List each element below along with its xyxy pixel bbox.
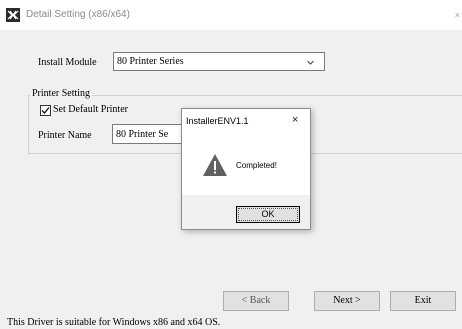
exit-button[interactable]: Exit [390, 291, 456, 311]
dialog-body: Completed! [182, 133, 310, 195]
window-titlebar[interactable]: Detail Setting (x86/x64) × [0, 0, 462, 30]
install-module-value: 80 Printer Series [117, 56, 184, 67]
chevron-down-icon [307, 60, 314, 65]
window-title: Detail Setting (x86/x64) [26, 9, 130, 20]
warning-icon [203, 154, 227, 176]
printer-setting-legend: Printer Setting [30, 87, 93, 101]
dialog-message: Completed! [236, 161, 277, 170]
detail-setting-window: Detail Setting (x86/x64) × Install Modul… [0, 0, 462, 329]
install-module-select[interactable]: 80 Printer Series [113, 52, 325, 71]
window-close-button[interactable]: × [455, 8, 460, 22]
ok-button[interactable]: OK [236, 206, 300, 223]
checkmark-icon [41, 107, 50, 114]
install-module-label: Install Module [38, 57, 97, 68]
set-default-printer-label[interactable]: Set Default Printer [53, 103, 128, 117]
completed-dialog: InstallerENV1.1 × Completed! OK [181, 108, 311, 230]
status-text: This Driver is suitable for Windows x86 … [7, 317, 221, 328]
printer-name-input[interactable]: 80 Printer Se [112, 124, 192, 144]
printer-name-value: 80 Printer Se [116, 129, 169, 140]
dialog-title: InstallerENV1.1 [186, 116, 249, 126]
dialog-close-button[interactable]: × [292, 113, 298, 127]
set-default-printer-checkbox[interactable] [40, 105, 51, 116]
next-button[interactable]: Next > [314, 291, 380, 311]
printer-name-label: Printer Name [38, 130, 92, 141]
back-button[interactable]: < Back [223, 291, 289, 311]
app-logo-icon [6, 8, 20, 22]
dialog-titlebar[interactable]: InstallerENV1.1 × [182, 109, 310, 133]
